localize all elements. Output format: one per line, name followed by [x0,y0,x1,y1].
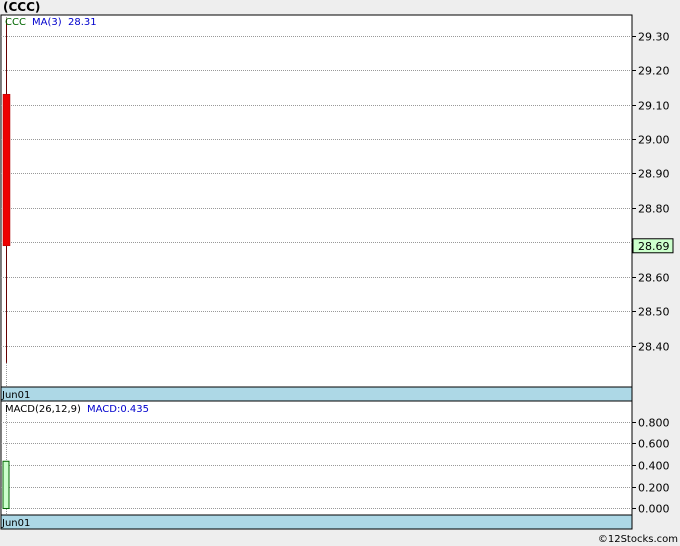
price-tick-label: 29.00 [638,134,670,147]
price-date-band [0,386,633,402]
last-price-label: 28.69 [638,240,670,253]
price-tick-label: 29.20 [638,65,670,78]
price-tick-label: 28.60 [638,272,670,285]
chart-area: 29.3029.2029.1029.0028.9028.8028.7028.60… [0,14,674,530]
macd-tick-label: 0.800 [638,417,670,430]
macd-panel [0,400,633,516]
price-date-label: Jun01 [1,390,30,401]
price-tick-label: 28.90 [638,168,670,181]
legend-ma-label: MA(3) [32,17,62,28]
price-tick-label: 28.80 [638,203,670,216]
price-tick-label: 28.50 [638,306,670,319]
footer-credit: ©12Stocks.com [597,534,678,545]
price-tick-label: 28.40 [638,341,670,354]
price-tick-label: 29.30 [638,31,670,44]
macd-tick-label: 0.200 [638,482,670,495]
macd-tick-label: 0.600 [638,438,670,451]
macd-date-label: Jun01 [1,518,30,529]
legend-ma-value: 28.31 [68,17,97,28]
macd-legend-value: MACD:0.435 [87,404,149,415]
price-tick-label: 29.10 [638,100,670,113]
macd-tick-label: 0.400 [638,460,670,473]
legend-ticker: CCC [5,17,26,28]
macd-date-band [0,514,633,530]
macd-tick-label: 0.000 [638,503,670,516]
macd-legend-name: MACD(26,12,9) [5,404,81,415]
candle-body [2,93,11,247]
macd-bar [2,460,10,509]
